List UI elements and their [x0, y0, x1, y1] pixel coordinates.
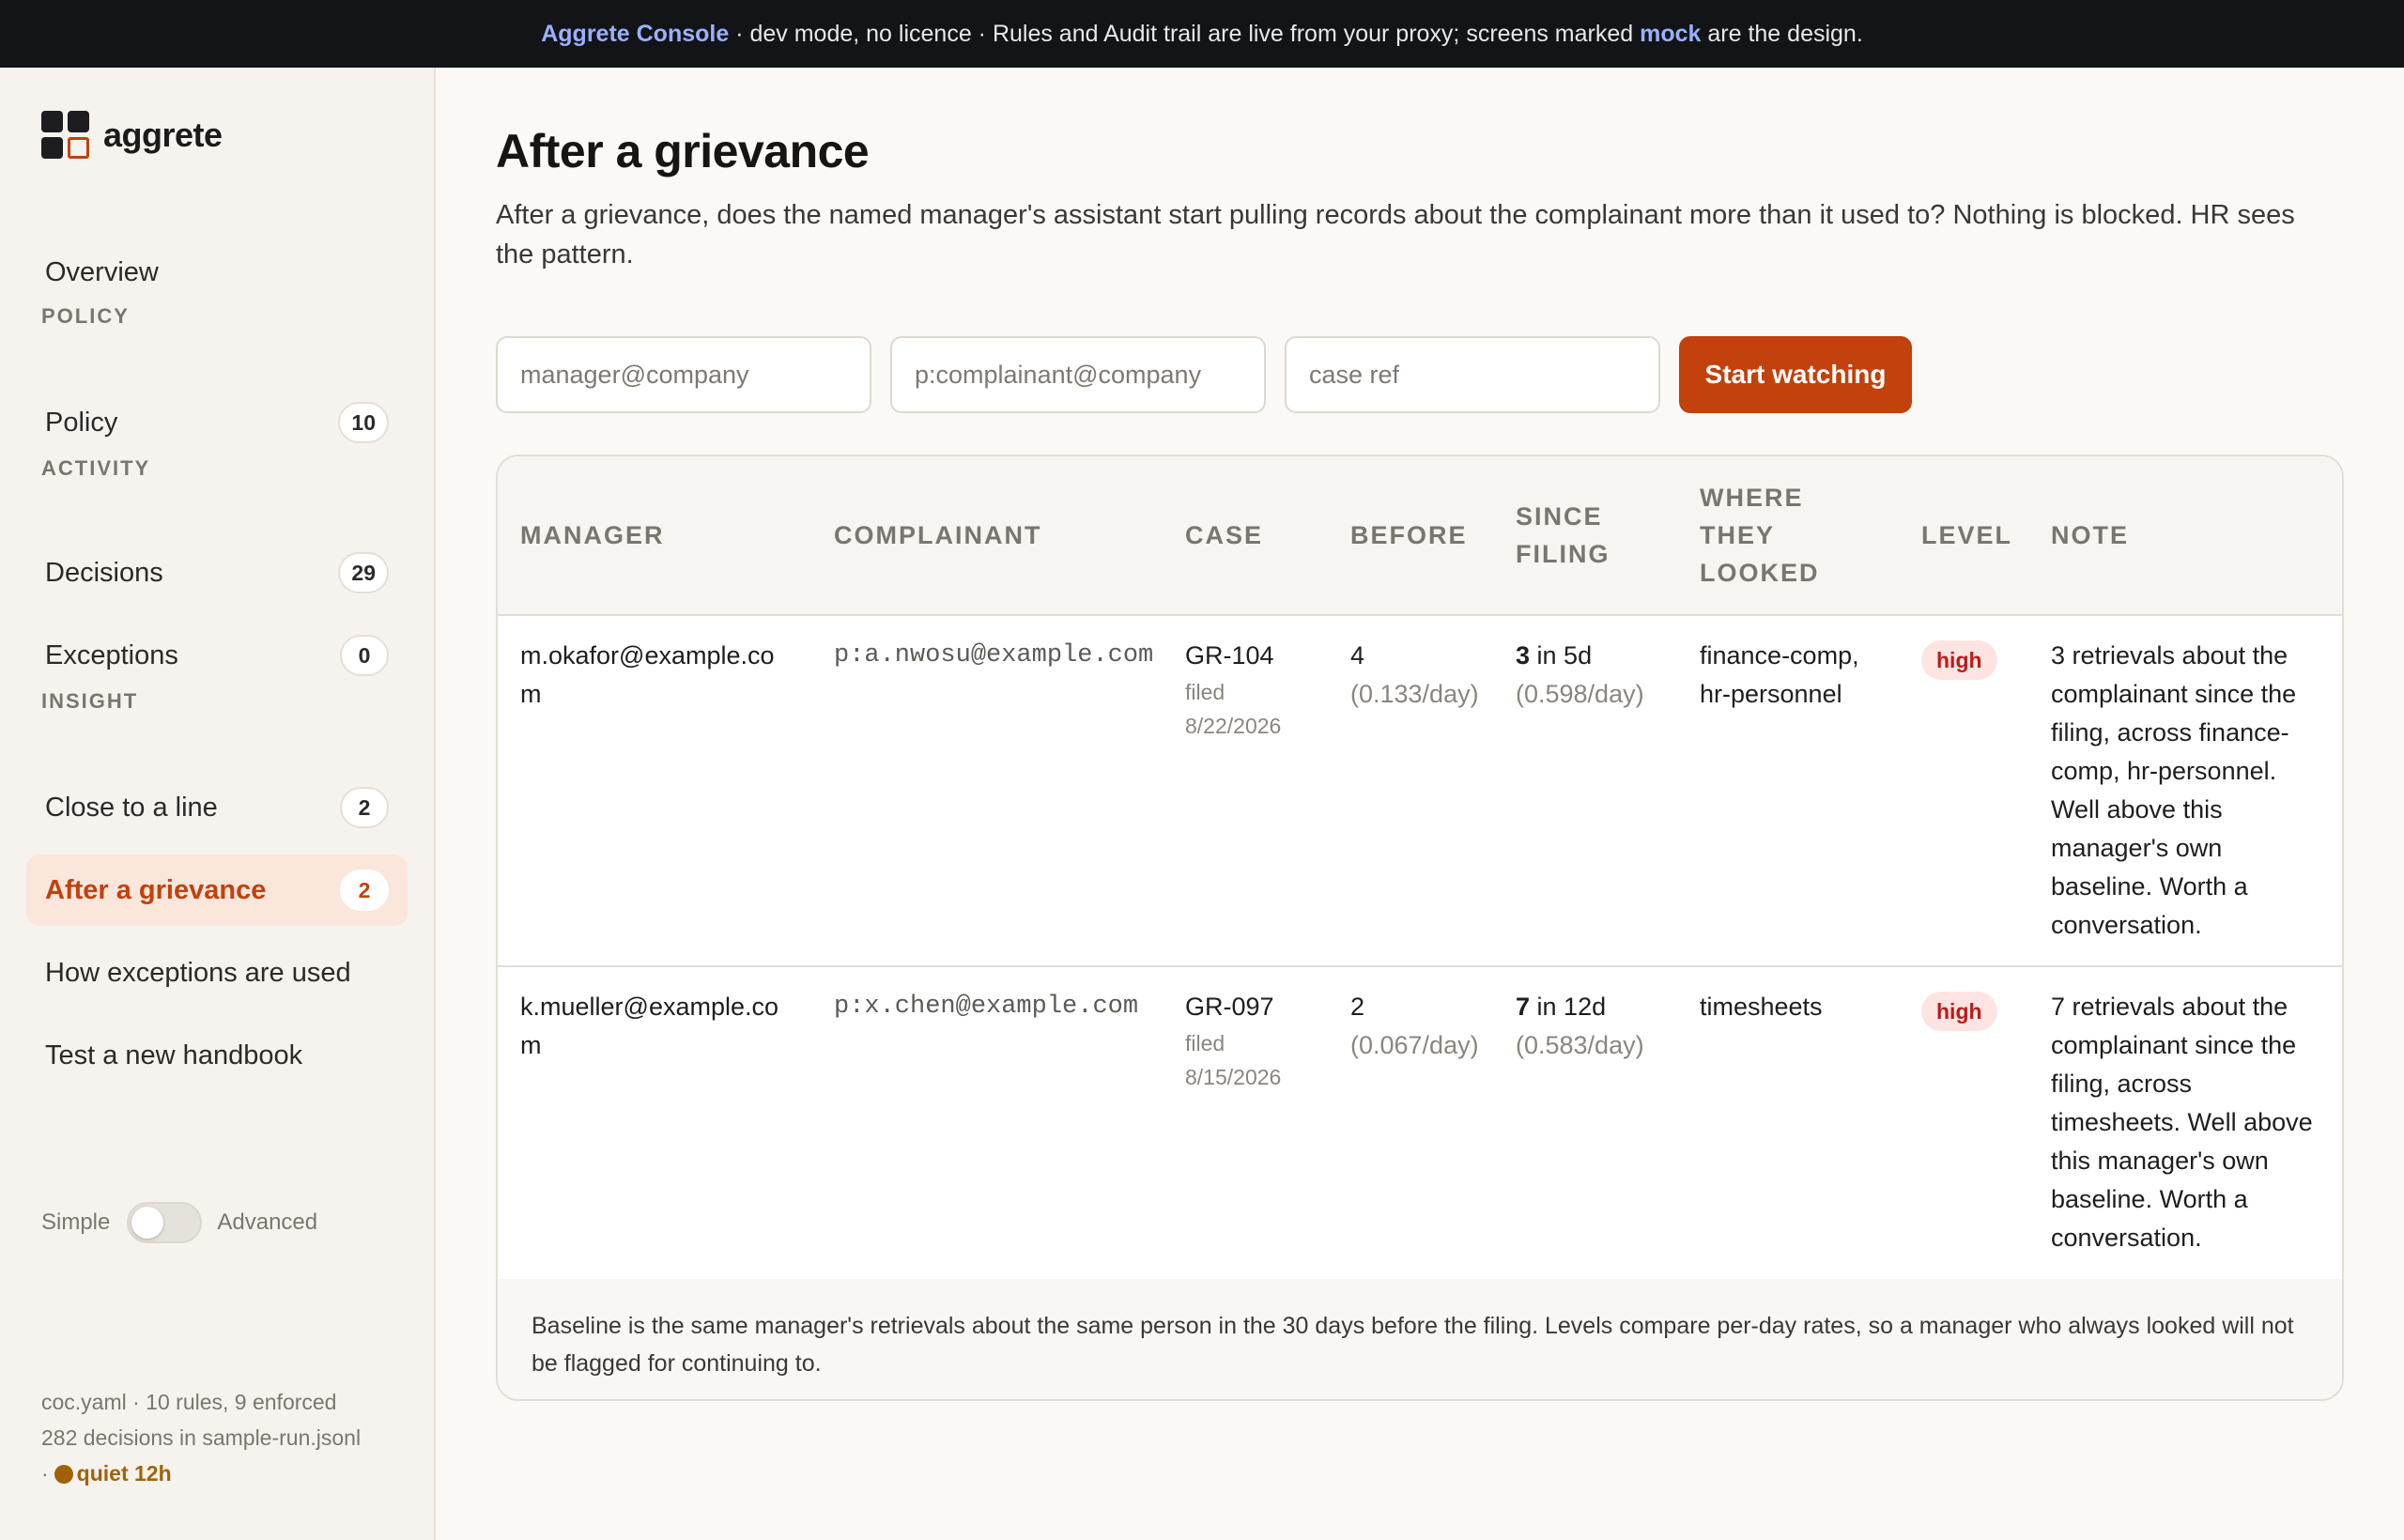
toggle-label-advanced: Advanced — [217, 1209, 318, 1235]
column-header-level: LEVEL — [1921, 521, 2013, 549]
case-cell: GR-097 filed 8/15/2026 — [1185, 993, 1282, 1089]
sidebar-item-label: Policy — [45, 407, 118, 438]
toggle-knob — [131, 1207, 164, 1239]
column-header-manager: MANAGER — [520, 521, 665, 549]
complainant-input[interactable] — [890, 336, 1266, 413]
manager-input[interactable] — [496, 336, 871, 413]
grievance-table: MANAGER COMPLAINANT CASE BEFORE SINCE FIL… — [496, 454, 2344, 1401]
manager-cell: k.mueller@example.co m — [520, 993, 779, 1059]
sidebar-item-label: After a grievance — [45, 874, 267, 905]
sidebar-item-close-to-a-line[interactable]: Close to a line 2 — [26, 772, 408, 843]
column-header-case: CASE — [1185, 521, 1264, 549]
column-header-before: BEFORE — [1350, 521, 1468, 549]
sidebar-item-after-a-grievance[interactable]: After a grievance 2 — [26, 855, 408, 926]
count-badge: 10 — [338, 402, 389, 443]
note-cell: 7 retrievals about the complainant since… — [2051, 993, 2313, 1252]
column-header-note: NOTE — [2051, 521, 2130, 549]
start-watching-button[interactable]: Start watching — [1679, 336, 1912, 413]
count-badge: 2 — [340, 870, 389, 911]
before-cell: 2 (0.067/day) — [1350, 993, 1479, 1059]
level-cell: high — [1921, 992, 1997, 1031]
section-label-insight: INSIGHT — [41, 689, 139, 713]
column-header-complainant: COMPLAINANT — [834, 521, 1042, 549]
quiet-status: · quiet 12h — [41, 1461, 172, 1486]
sidebar-item-overview[interactable]: Overview — [26, 237, 408, 308]
table-row[interactable]: m.okafor@example.co m p:a.nwosu@example.c… — [498, 616, 2342, 967]
page-description: After a grievance, does the named manage… — [496, 200, 2295, 270]
top-banner: Aggrete Console · dev mode, no licence ·… — [0, 0, 2404, 68]
sidebar-item-how-exceptions-are-used[interactable]: How exceptions are used — [26, 937, 408, 1009]
mode-toggle-row: Simple Advanced — [41, 1202, 317, 1243]
column-header-where-they-looked: WHERE THEY LOOKED — [1700, 484, 1820, 587]
table-footnote: Baseline is the same manager's retrieval… — [498, 1279, 2342, 1399]
level-badge: high — [1921, 640, 1997, 680]
sidebar-item-label: Exceptions — [45, 639, 178, 670]
sidebar-item-label: How exceptions are used — [45, 957, 351, 988]
complainant-cell: p:x.chen@example.com — [834, 993, 1139, 1021]
case-cell: GR-104 filed 8/22/2026 — [1185, 641, 1282, 738]
sidebar-item-label: Overview — [45, 256, 159, 287]
banner-mock-label: mock — [1640, 20, 1702, 47]
count-badge: 2 — [340, 787, 389, 828]
section-label-policy: POLICY — [41, 304, 130, 328]
logo[interactable]: aggrete — [41, 111, 223, 160]
mode-toggle[interactable] — [127, 1202, 203, 1243]
table-row[interactable]: k.mueller@example.co m p:x.chen@example.c… — [498, 967, 2342, 1281]
where-cell: finance-comp, hr-personnel — [1700, 641, 1859, 708]
logo-icon — [41, 111, 90, 160]
level-cell: high — [1921, 640, 1997, 680]
sidebar-item-label: Test a new handbook — [45, 1040, 303, 1070]
before-cell: 4 (0.133/day) — [1350, 641, 1479, 708]
banner-brand: Aggrete Console — [541, 20, 730, 47]
sidebar-item-policy[interactable]: Policy 10 — [26, 387, 408, 458]
complainant-cell: p:a.nwosu@example.com — [834, 641, 1154, 670]
banner-text-end: are the design. — [1701, 20, 1863, 47]
decisions-summary: 282 decisions in sample-run.jsonl — [41, 1425, 362, 1450]
note-cell: 3 retrievals about the complainant since… — [2051, 641, 2297, 939]
logo-text: aggrete — [103, 116, 223, 154]
since-filing-cell: 7 in 12d (0.583/day) — [1516, 993, 1644, 1059]
table-header: MANAGER COMPLAINANT CASE BEFORE SINCE FIL… — [498, 456, 2342, 616]
sidebar-item-decisions[interactable]: Decisions 29 — [26, 537, 408, 608]
count-badge: 29 — [338, 552, 389, 593]
count-badge: 0 — [340, 635, 389, 676]
level-badge: high — [1921, 992, 1997, 1031]
status-dot-icon — [54, 1465, 73, 1484]
quiet-label: quiet 12h — [76, 1461, 172, 1486]
banner-text: · dev mode, no licence · Rules and Audit… — [729, 20, 1641, 47]
sidebar: aggrete Overview POLICY Policy 10 ACTIVI… — [0, 68, 436, 1540]
config-summary: coc.yaml · 10 rules, 9 enforced — [41, 1390, 337, 1414]
sidebar-item-label: Close to a line — [45, 792, 218, 823]
manager-cell: m.okafor@example.co m — [520, 641, 775, 708]
since-filing-cell: 3 in 5d (0.598/day) — [1516, 641, 1644, 708]
section-label-activity: ACTIVITY — [41, 456, 151, 480]
sidebar-item-label: Decisions — [45, 557, 163, 588]
where-cell: timesheets — [1700, 993, 1823, 1021]
case-ref-input[interactable] — [1285, 336, 1660, 413]
sidebar-item-exceptions[interactable]: Exceptions 0 — [26, 620, 408, 691]
sidebar-footer: coc.yaml · 10 rules, 9 enforced 282 deci… — [41, 1384, 417, 1491]
sidebar-item-test-a-new-handbook[interactable]: Test a new handbook — [26, 1020, 408, 1091]
toggle-label-simple: Simple — [41, 1209, 111, 1235]
column-header-since-filing: SINCE FILING — [1516, 502, 1610, 568]
page-title: After a grievance — [496, 125, 870, 177]
